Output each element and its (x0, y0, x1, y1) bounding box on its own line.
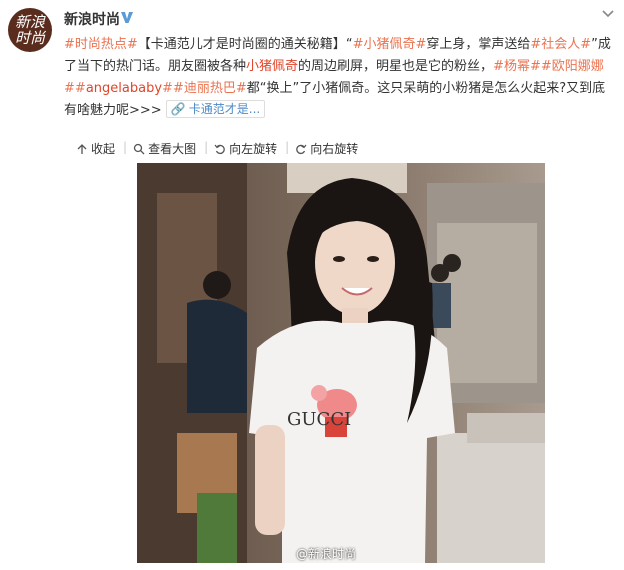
hashtag-yangmi[interactable]: #杨幂# (493, 59, 541, 74)
image-toolbar: 收起 | 查看大图 | 向左旋转 | 向右旋转 (76, 140, 366, 157)
hashtag-angelababy-open: # (74, 81, 86, 96)
author-avatar[interactable]: 新浪 时尚 (8, 8, 52, 52)
post-body: #时尚热点#【卡通范儿才是时尚圈的通关秘籍】“#小猪佩奇#穿上身，掌声送给#社会… (64, 34, 616, 122)
verified-badge-icon (121, 12, 133, 23)
hashtag-social[interactable]: #社会人# (530, 37, 591, 52)
rotate-right-icon (296, 144, 307, 154)
hashtag-dilireba[interactable]: #迪丽热巴# (173, 81, 247, 96)
post-text-3: 的周边刷屏，明星也是它的粉丝， (298, 59, 494, 74)
post-text-1: 穿上身，掌声送给 (426, 37, 531, 52)
photo-illustration: GUCCI (137, 163, 545, 563)
rotate-right-label: 向右旋转 (310, 142, 359, 156)
toolbar-divider: | (123, 140, 128, 154)
avatar-logo-line2: 时尚 (14, 29, 45, 47)
article-link[interactable]: 🔗 卡通范才是... (165, 100, 266, 118)
view-large-button[interactable]: 查看大图 (133, 140, 196, 157)
collapse-button[interactable]: 收起 (76, 140, 115, 157)
post-lead: 【卡通范儿才是时尚圈的通关秘籍】 (137, 37, 346, 52)
quote-open: “ (345, 37, 353, 52)
hashtag-angelababy-close: # (162, 81, 173, 96)
view-large-label: 查看大图 (148, 142, 197, 156)
author-name[interactable]: 新浪时尚 (64, 9, 120, 29)
rotate-right-button[interactable]: 向右旋转 (295, 140, 358, 157)
peppa-highlight: 小猪佩奇 (246, 59, 299, 74)
rotate-left-button[interactable]: 向左旋转 (214, 140, 277, 157)
avatar-logo-line1: 新浪 (14, 13, 45, 31)
collapse-label: 收起 (91, 142, 116, 156)
search-icon (133, 143, 145, 154)
hashtag-angelababy-name: angelababy (85, 81, 163, 96)
chevron-down-icon[interactable] (600, 6, 616, 22)
hashtag-fashion[interactable]: #时尚热点# (64, 37, 138, 52)
photo-watermark: @新浪时尚 (296, 547, 357, 561)
toolbar-divider: | (204, 140, 209, 154)
toolbar-divider: | (285, 140, 290, 154)
link-icon: 🔗 (170, 102, 186, 116)
rotate-left-icon (214, 144, 225, 154)
hashtag-peppa[interactable]: #小猪佩奇# (353, 37, 427, 52)
article-link-text: 卡通范才是... (188, 102, 261, 116)
rotate-left-label: 向左旋转 (229, 142, 278, 156)
arrow-up-icon (77, 143, 87, 154)
post-photo[interactable]: GUCCI (137, 163, 545, 563)
shirt-print-text: GUCCI (287, 409, 351, 430)
hashtag-angelababy[interactable]: #angelababy# (75, 81, 173, 96)
